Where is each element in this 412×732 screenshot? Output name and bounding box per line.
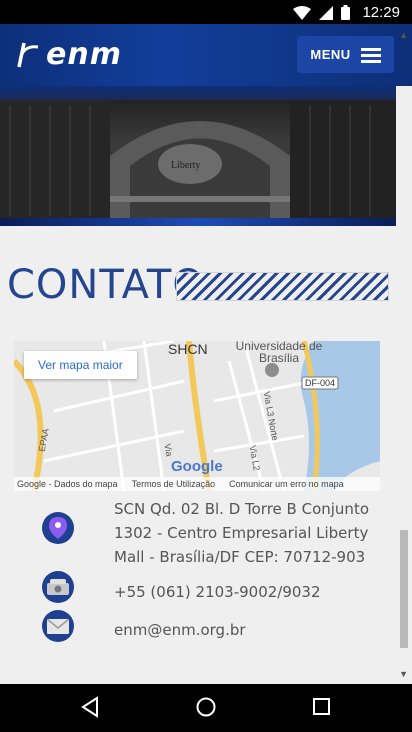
map-label-university: Universidade de Brasília [235, 341, 323, 365]
address-line-2: 1302 - Centro Empresarial Liberty [114, 524, 369, 542]
enm-logo[interactable]: enm [16, 37, 122, 72]
map-footer: Google - Dados do mapa Termos de Utiliza… [14, 477, 380, 491]
map-label-shcn: SHCN [168, 341, 208, 357]
home-icon[interactable] [195, 696, 217, 718]
svg-text:Liberty: Liberty [171, 160, 200, 171]
email-row [42, 610, 74, 642]
logo-mark-icon [17, 42, 39, 67]
scroll-up-arrow-icon[interactable]: ▲ [399, 30, 408, 40]
address-line-3: Mall - Brasília/DF CEP: 70712-903 [114, 548, 366, 566]
wifi-icon [293, 5, 311, 20]
map-label-df004: DF-004 [305, 378, 336, 388]
signal-icon [319, 5, 333, 20]
scrollbar-thumb[interactable] [400, 530, 408, 648]
android-nav-bar [0, 684, 412, 732]
hamburger-icon [360, 47, 381, 63]
telephone-icon [42, 571, 74, 603]
google-logo: Google [171, 458, 223, 475]
status-icons [293, 5, 350, 20]
address-line-1: SCN Qd. 02 Bl. D Torre B Conjunto [114, 500, 369, 518]
menu-button[interactable]: MENU [297, 36, 394, 73]
map-data-link[interactable]: Google - Dados do mapa [17, 479, 118, 489]
menu-label: MENU [310, 47, 351, 62]
recents-icon[interactable] [312, 696, 332, 718]
site-header: enm MENU [0, 24, 412, 86]
location-pin-icon [42, 512, 74, 544]
banner-bottom-rim [0, 218, 396, 226]
scroll-down-arrow-icon[interactable]: ▼ [399, 669, 408, 679]
phone-row [42, 571, 74, 603]
map-label-via: Via [162, 442, 175, 458]
larger-map-link[interactable]: Ver mapa maior [24, 351, 137, 379]
battery-icon [341, 5, 350, 20]
address-row [42, 512, 74, 544]
title-hatch-decoration [176, 272, 389, 301]
envelope-icon [42, 610, 74, 642]
building-illustration: Liberty [0, 100, 396, 220]
google-map[interactable]: Ver mapa maior SHCN Universidade de Bras… [14, 341, 380, 491]
back-icon[interactable] [80, 696, 100, 718]
status-time: 12:29 [362, 4, 400, 21]
email-text[interactable]: enm@enm.org.br [114, 618, 246, 642]
building-banner-image: Liberty [0, 86, 396, 226]
map-report-link[interactable]: Comunicar um erro no mapa [229, 479, 344, 489]
map-terms-link[interactable]: Termos de Utilização [132, 479, 216, 489]
address-text: SCN Qd. 02 Bl. D Torre B Conjunto 1302 -… [114, 497, 369, 569]
logo-text: enm [46, 37, 122, 72]
screen: { "status_bar": {"time": "12:29"}, "head… [0, 0, 412, 732]
phone-text[interactable]: +55 (061) 2103-9002/9032 [114, 580, 321, 604]
status-bar: 12:29 [0, 0, 412, 24]
